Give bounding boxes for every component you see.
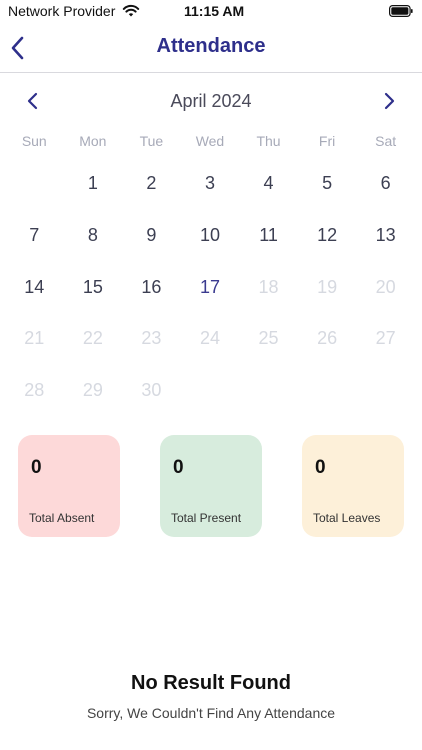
calendar-day: 19: [317, 276, 338, 297]
calendar-day[interactable]: 1: [64, 158, 123, 210]
app-header: Attendance: [0, 24, 422, 73]
calendar-day[interactable]: 8: [64, 210, 123, 262]
leaves-count: 0: [315, 457, 326, 478]
calendar-day[interactable]: 11: [239, 210, 298, 262]
calendar-day[interactable]: 14: [5, 261, 64, 313]
calendar-day[interactable]: 2: [122, 158, 181, 210]
weekday-label: Fri: [318, 133, 336, 149]
calendar-day[interactable]: 15: [64, 261, 123, 313]
calendar-day: 24: [199, 328, 220, 349]
total-leaves-card: 0 Total Leaves: [302, 435, 404, 537]
weekday-header-row: Sun Mon Tue Wed Thu Fri Sat: [5, 133, 415, 153]
calendar-day[interactable]: 13: [356, 210, 415, 262]
calendar-day-empty: [5, 158, 64, 210]
calendar-day-grid: 1 2 3 4 5 6 7 8 9 10 11 12 13 14 15 16 17 18 19 20 21 22 23 24 2…: [5, 158, 415, 416]
carrier-name: Network Provider: [8, 3, 116, 19]
empty-state-subtitle: Sorry, We Couldn't Find Any Attendance: [86, 705, 336, 721]
calendar-day: 23: [141, 328, 162, 349]
weekday-label: Tue: [139, 133, 164, 149]
calendar-day[interactable]: 16: [122, 261, 181, 313]
weekday-label: Wed: [195, 133, 225, 149]
calendar-day: 29: [82, 380, 103, 401]
weekday-label: Mon: [79, 133, 107, 149]
total-present-card: 0 Total Present: [160, 435, 262, 537]
calendar-day: 26: [317, 328, 338, 349]
calendar-day: 22: [82, 328, 103, 349]
status-bar: Network Provider 11:15 AM: [0, 0, 422, 24]
calendar-day[interactable]: 12: [298, 210, 357, 262]
absent-count: 0: [31, 457, 42, 478]
wifi-icon: [122, 4, 140, 17]
calendar-day: 25: [258, 328, 279, 349]
calendar-day: 27: [375, 328, 396, 349]
month-navigation: April 2024: [0, 86, 422, 116]
calendar-day[interactable]: 4: [239, 158, 298, 210]
total-absent-card: 0 Total Absent: [18, 435, 120, 537]
weekday-label: Sun: [21, 133, 47, 149]
month-label: April 2024: [170, 91, 252, 111]
calendar-day: 20: [375, 276, 396, 297]
calendar-day[interactable]: 9: [122, 210, 181, 262]
weekday-label: Sat: [375, 133, 397, 149]
calendar-day: 18: [258, 276, 279, 297]
calendar-day: 30: [141, 380, 162, 401]
chevron-right-icon[interactable]: [381, 91, 397, 111]
calendar-day: 28: [24, 380, 45, 401]
calendar-day[interactable]: 5: [298, 158, 357, 210]
calendar-day[interactable]: 17: [181, 261, 240, 313]
battery-icon: [389, 5, 413, 17]
page-title: Attendance: [156, 35, 266, 57]
absent-label: Total Absent: [29, 511, 95, 525]
present-count: 0: [173, 457, 184, 478]
calendar-day[interactable]: 3: [181, 158, 240, 210]
leaves-label: Total Leaves: [313, 511, 381, 525]
present-label: Total Present: [171, 511, 242, 525]
status-time: 11:15 AM: [184, 3, 245, 19]
attendance-summary: 0 Total Absent 0 Total Present 0 Total L…: [18, 435, 404, 537]
empty-state-title: No Result Found: [131, 672, 291, 694]
calendar-day: 21: [24, 328, 45, 349]
calendar-day[interactable]: 6: [356, 158, 415, 210]
calendar-day[interactable]: 7: [5, 210, 64, 262]
calendar-day[interactable]: 10: [181, 210, 240, 262]
weekday-label: Thu: [256, 133, 281, 149]
